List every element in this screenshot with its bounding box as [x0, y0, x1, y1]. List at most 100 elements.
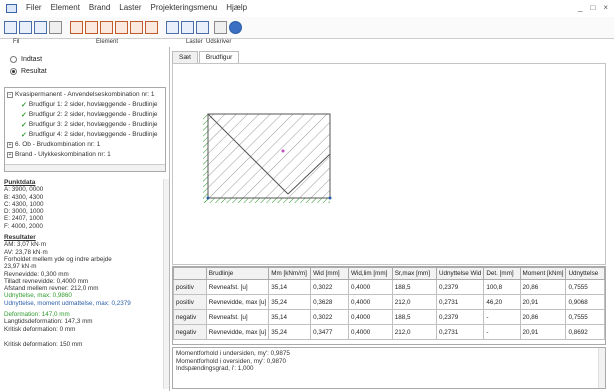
column-header[interactable]: Wid,lim [mm]: [347, 267, 393, 280]
menu-design[interactable]: Projekteringsmenu: [151, 3, 218, 12]
maximize-button[interactable]: □: [590, 3, 595, 12]
menu-fire[interactable]: Brand: [89, 3, 110, 12]
table-cell: 0,3628: [310, 294, 349, 310]
table-cell: 0,3022: [310, 279, 349, 295]
help-icon[interactable]: [229, 21, 242, 34]
menu-help[interactable]: Hjælp: [226, 3, 247, 12]
table-cell: 0,9068: [565, 294, 605, 310]
table-cell: -: [483, 324, 521, 340]
deformation-line: Kritisk deformation: 0 mm: [4, 325, 76, 333]
corner-marker: [206, 196, 210, 200]
expand-icon[interactable]: +: [7, 141, 13, 148]
column-header[interactable]: Udnyttelse Wid: [435, 267, 485, 280]
main-menu: Filer Element Brand Laster Projekterings…: [26, 3, 247, 12]
element-opening-icon[interactable]: [145, 21, 158, 34]
summary-vertical-scrollbar[interactable]: [598, 348, 605, 388]
column-header[interactable]: [173, 267, 207, 280]
table-cell: 0,2731: [435, 324, 485, 340]
table-cell: 0,2379: [435, 279, 485, 295]
group-file-label: Fil: [13, 39, 20, 45]
column-header[interactable]: Udnyttelse: [565, 267, 605, 280]
table-row[interactable]: negativ Revneafst. [u] 35,14 0,3022 0,40…: [173, 309, 605, 325]
table-cell: 0,2379: [435, 309, 485, 325]
print-preview-icon[interactable]: [214, 21, 227, 34]
table-cell: -: [483, 309, 521, 325]
close-button[interactable]: ×: [603, 3, 608, 12]
minimize-button[interactable]: _: [578, 3, 582, 12]
bottom-support: [203, 198, 330, 203]
result-line: Afstand mellem revner: 212,0 mm: [4, 285, 99, 293]
app-icon: [6, 4, 17, 13]
load-case-icon[interactable]: [166, 21, 179, 34]
tree-item[interactable]: − Kvasipermanent - Anvendelseskombinatio…: [7, 90, 154, 99]
load-graph-icon[interactable]: [196, 21, 209, 34]
element-slab-icon[interactable]: [70, 21, 83, 34]
expand-icon[interactable]: +: [7, 151, 13, 158]
element-wall-icon[interactable]: [100, 21, 113, 34]
row-header: negativ: [173, 324, 207, 340]
table-cell: 0,4000: [347, 309, 393, 325]
checkmark-icon: ✓: [21, 131, 27, 139]
results-grid: Brudlinje Mm [kNm/m] Wid [mm] Wid,lim [m…: [172, 266, 606, 345]
load-table-icon[interactable]: [181, 21, 194, 34]
tree-item[interactable]: ✓ Brudfigur 3: 2 sider, hovlæggende - Br…: [21, 120, 158, 129]
mode-result-option[interactable]: Resultat: [10, 68, 47, 75]
tree-item[interactable]: ✓ Brudfigur 4: 2 sider, hovlæggende - Br…: [21, 130, 158, 139]
table-cell: 0,4000: [347, 294, 393, 310]
left-support: [203, 114, 208, 203]
table-cell: 0,2731: [435, 294, 485, 310]
checkmark-icon: ✓: [21, 111, 27, 119]
info-vertical-scrollbar[interactable]: [163, 179, 169, 389]
menu-file[interactable]: Filer: [26, 3, 42, 12]
table-cell: 20,86: [519, 309, 567, 325]
corner-marker: [328, 196, 332, 200]
table-row[interactable]: negativ Revnevidde, max [u] 35,24 0,3477…: [173, 324, 605, 340]
table-cell: 188,5: [391, 309, 437, 325]
deformation-line: Deformation: 147,0 mm: [4, 311, 70, 319]
table-cell: Revnevidde, max [u]: [205, 324, 270, 340]
collapse-icon[interactable]: −: [7, 91, 13, 98]
summary-line: Momentforhold i oversiden, my': 0,9870: [176, 357, 287, 365]
checkmark-icon: ✓: [21, 121, 27, 129]
tree-item[interactable]: ✓ Brudfigur 2: 2 sider, hovlæggende - Br…: [21, 110, 158, 119]
group-element-label: Element: [96, 39, 119, 45]
column-header[interactable]: Sr,max [mm]: [391, 267, 437, 280]
table-cell: 0,3022: [310, 309, 349, 325]
tree-item[interactable]: + Brand - Ulykkeskombination nr: 1: [7, 150, 111, 159]
save-icon[interactable]: [34, 21, 47, 34]
column-header[interactable]: Moment [kNm]: [519, 267, 567, 280]
print-icon[interactable]: [49, 21, 62, 34]
table-row[interactable]: positiv Revnevidde, max [u] 35,24 0,3628…: [173, 294, 605, 310]
result-info-panel: Punktdata A: 3900, 0000 B: 4300, 4300 C:…: [4, 179, 164, 389]
element-beam-icon[interactable]: [85, 21, 98, 34]
tree-horizontal-scrollbar[interactable]: [5, 164, 165, 171]
table-row[interactable]: positiv Revneafst. [u] 35,14 0,3022 0,40…: [173, 279, 605, 295]
tree-item[interactable]: ✓ Brudfigur 1: 2 sider, hovlæggende - Br…: [21, 100, 158, 109]
radio-result[interactable]: [10, 68, 17, 75]
open-folder-icon[interactable]: [19, 21, 32, 34]
column-header[interactable]: Wid [mm]: [310, 267, 349, 280]
table-cell: 35,24: [268, 324, 312, 340]
radio-input[interactable]: [10, 56, 17, 63]
element-column-icon[interactable]: [115, 21, 128, 34]
checkmark-icon: ✓: [21, 101, 27, 109]
new-file-icon[interactable]: [4, 21, 17, 34]
points-heading: Punktdata: [4, 179, 36, 186]
result-line: Forholdet mellem yde og indre arbejde: [4, 255, 112, 263]
table-cell: 0,4000: [347, 324, 393, 340]
drawing-canvas[interactable]: [172, 63, 606, 265]
table-header: Brudlinje Mm [kNm/m] Wid [mm] Wid,lim [m…: [173, 267, 605, 280]
element-support-icon[interactable]: [130, 21, 143, 34]
tab-failure-pattern[interactable]: Brudfigur: [198, 51, 240, 63]
menu-element[interactable]: Element: [51, 3, 80, 12]
mode-input-option[interactable]: Indtast: [10, 56, 42, 63]
menu-loads[interactable]: Laster: [119, 3, 141, 12]
utilization-line: Udnyttelse, max: 0,9860: [4, 292, 72, 300]
table-cell: 212,0: [391, 324, 437, 340]
column-header[interactable]: Brudlinje: [205, 267, 270, 280]
table-cell: Revneafst. [u]: [205, 279, 270, 295]
tree-item[interactable]: + 6. Ob - Brudkombination nr: 1: [7, 140, 100, 149]
tab-set[interactable]: Sæt: [172, 51, 198, 63]
column-header[interactable]: Mm [kNm/m]: [268, 267, 312, 280]
column-header[interactable]: Det. [mm]: [483, 267, 521, 280]
